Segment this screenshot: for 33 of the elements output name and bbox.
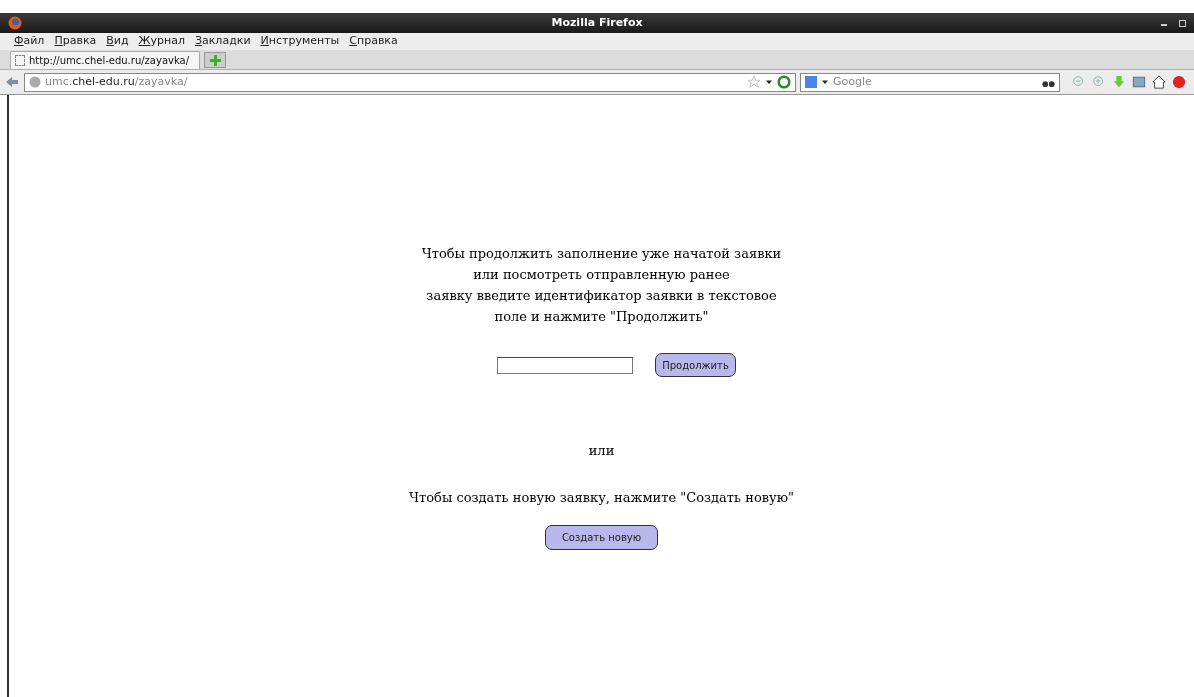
id-input-field[interactable] — [497, 356, 634, 374]
menu-item[interactable]: Вид — [106, 33, 129, 50]
browser-logo-icon — [8, 16, 22, 30]
menu-item[interactable]: Журнал — [138, 33, 185, 50]
caret-icon[interactable] — [821, 78, 829, 86]
reload-icon[interactable] — [777, 75, 791, 89]
url-text: umc.chel-edu.ru/zayavka/ — [45, 73, 188, 90]
image-icon[interactable] — [1132, 75, 1146, 89]
block-icon[interactable] — [1172, 75, 1186, 89]
page-icon — [15, 55, 25, 66]
globe-icon — [29, 76, 41, 88]
menu-item[interactable]: Файл — [14, 33, 45, 50]
continue-button[interactable]: Продолжить — [655, 353, 736, 377]
tab-title: http://umc.chel-edu.ru/zayavka/ — [29, 54, 190, 68]
search-field[interactable]: Google — [800, 72, 1060, 92]
back-icon[interactable] — [4, 74, 20, 90]
plus-icon — [209, 54, 221, 66]
menu-item[interactable]: Закладки — [194, 33, 251, 50]
menu-item[interactable]: Справка — [349, 33, 398, 50]
star-icon[interactable] — [747, 75, 761, 89]
address-field[interactable]: umc.chel-edu.ru/zayavka/ — [24, 72, 796, 92]
search-input[interactable]: Google — [833, 73, 1038, 91]
home-icon[interactable] — [1152, 75, 1166, 89]
or-text: или — [588, 442, 615, 460]
window-title: Mozilla Firefox — [551, 14, 643, 31]
create-instructions-text: Чтобы создать новую заявку, нажмите "Создать новую" — [409, 488, 794, 507]
menu-item[interactable]: Инструменты — [260, 33, 340, 50]
menu-item[interactable]: Правка — [54, 33, 97, 50]
instructions-text: Чтобы продолжить заполнение уже начатой заявки или посмотреть отправленную ранее заявку введите идентификатор заявки в текстовое поле и нажмите "Продолжить" — [421, 245, 782, 326]
create-new-button[interactable]: Создать новую — [545, 525, 658, 550]
maximize-icon[interactable] — [1179, 19, 1186, 27]
caret-icon[interactable] — [765, 78, 773, 86]
browser-tab[interactable]: http://umc.chel-edu.ru/zayavka/ — [10, 51, 200, 69]
